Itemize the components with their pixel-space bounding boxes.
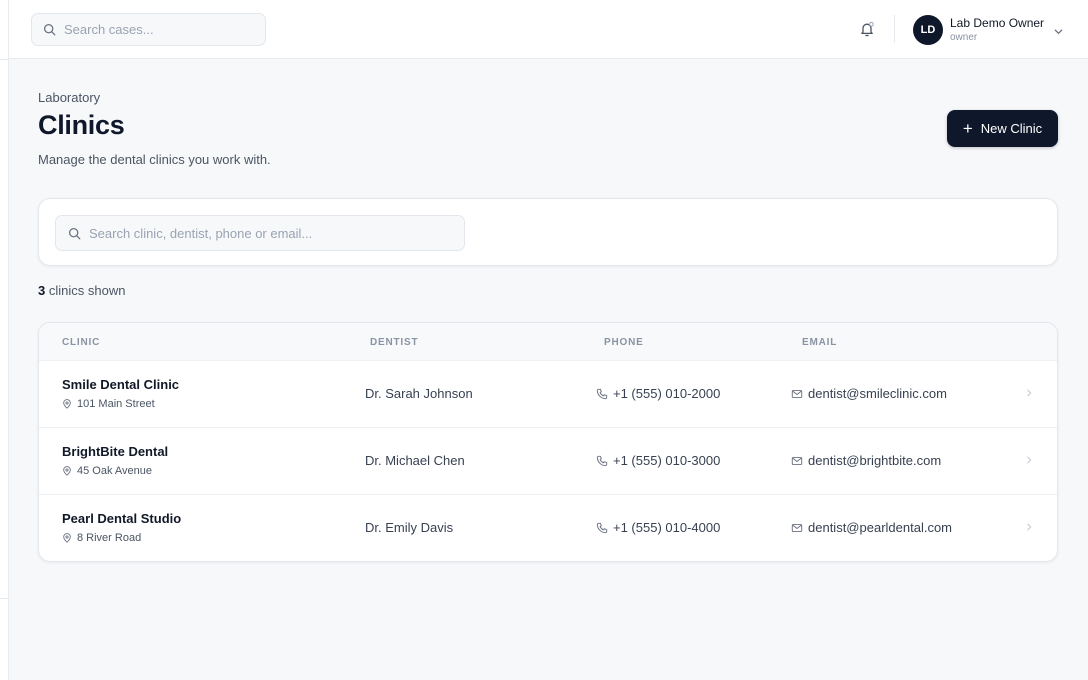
header-divider <box>894 15 895 43</box>
mail-icon <box>791 455 803 467</box>
mail-icon <box>791 388 803 400</box>
mail-icon <box>791 522 803 534</box>
left-rail <box>0 0 9 680</box>
phone-icon <box>596 388 608 400</box>
user-role: owner <box>950 32 978 43</box>
clinic-search[interactable] <box>55 215 465 251</box>
dentist-name: Dr. Michael Chen <box>365 453 465 468</box>
clinic-address: 45 Oak Avenue <box>62 465 152 477</box>
column-header-clinic: CLINIC <box>62 337 101 348</box>
email-address: dentist@brightbite.com <box>808 453 942 468</box>
phone-cell: +1 (555) 010-3000 <box>596 453 720 468</box>
search-icon <box>43 23 56 36</box>
column-header-phone: PHONE <box>604 337 644 348</box>
column-header-dentist: DENTIST <box>370 337 419 348</box>
column-header-email: EMAIL <box>802 337 838 348</box>
case-search-input[interactable] <box>64 22 265 37</box>
clinic-search-input[interactable] <box>89 225 464 241</box>
results-count-label: clinics shown <box>48 283 126 298</box>
chevron-right-icon <box>1024 455 1034 465</box>
dentist-name: Dr. Emily Davis <box>365 520 454 535</box>
phone-number: +1 (555) 010-4000 <box>613 520 721 535</box>
phone-cell: +1 (555) 010-2000 <box>596 386 720 401</box>
phone-cell: +1 (555) 010-4000 <box>596 520 720 535</box>
email-address: dentist@smileclinic.com <box>808 386 947 401</box>
plus-icon: + <box>962 118 973 138</box>
results-count-number: 3 <box>38 283 46 298</box>
email-address: dentist@pearldental.com <box>808 520 952 535</box>
clinic-address-text: 101 Main Street <box>77 398 155 410</box>
clinic-address-text: 45 Oak Avenue <box>77 465 153 477</box>
table-row[interactable]: Smile Dental Clinic 101 Main Street Dr. … <box>39 361 1057 428</box>
phone-number: +1 (555) 010-2000 <box>613 386 721 401</box>
email-cell: dentist@smileclinic.com <box>791 386 947 401</box>
search-icon <box>68 227 81 240</box>
page-subtitle: Manage the dental clinics you work with. <box>38 152 271 167</box>
page-title: Clinics <box>38 110 125 140</box>
email-cell: dentist@brightbite.com <box>791 453 941 468</box>
chevron-right-icon <box>1024 388 1034 398</box>
clinic-name: Smile Dental Clinic <box>62 377 180 392</box>
phone-icon <box>596 522 608 534</box>
avatar: LD <box>913 15 943 45</box>
dentist-name: Dr. Sarah Johnson <box>365 386 473 401</box>
clinic-address-text: 8 River Road <box>77 532 142 544</box>
map-pin-icon <box>62 533 72 543</box>
user-info: Lab Demo Owner owner <box>950 16 1044 44</box>
rail-divider <box>0 598 9 599</box>
email-cell: dentist@pearldental.com <box>791 520 952 535</box>
map-pin-icon <box>62 466 72 476</box>
case-search[interactable] <box>31 13 266 46</box>
notifications-button[interactable] <box>858 20 876 38</box>
breadcrumb: Laboratory <box>38 90 101 105</box>
phone-icon <box>596 455 608 467</box>
new-clinic-label: New Clinic <box>980 121 1043 136</box>
table-header: CLINIC DENTIST PHONE EMAIL <box>39 323 1057 361</box>
table-row[interactable]: Pearl Dental Studio 8 River Road Dr. Emi… <box>39 495 1057 561</box>
top-bar: LD Lab Demo Owner owner <box>9 0 1088 59</box>
clinic-address: 101 Main Street <box>62 398 155 410</box>
map-pin-icon <box>62 399 72 409</box>
chevron-right-icon <box>1024 522 1034 532</box>
rail-divider <box>0 59 9 60</box>
bell-icon <box>859 21 875 37</box>
clinic-name: Pearl Dental Studio <box>62 511 182 526</box>
results-count: 3 clinics shown <box>38 283 125 298</box>
phone-number: +1 (555) 010-3000 <box>613 453 721 468</box>
table-row[interactable]: BrightBite Dental 45 Oak Avenue Dr. Mich… <box>39 428 1057 495</box>
filter-card <box>38 198 1058 266</box>
user-menu[interactable]: LD Lab Demo Owner owner <box>913 13 1064 47</box>
chevron-down-icon <box>1053 26 1064 37</box>
user-name: Lab Demo Owner <box>950 16 1045 30</box>
clinics-table: CLINIC DENTIST PHONE EMAIL Smile Dental … <box>38 322 1058 562</box>
new-clinic-button[interactable]: + New Clinic <box>947 110 1058 147</box>
clinic-name: BrightBite Dental <box>62 444 169 459</box>
clinic-address: 8 River Road <box>62 532 141 544</box>
